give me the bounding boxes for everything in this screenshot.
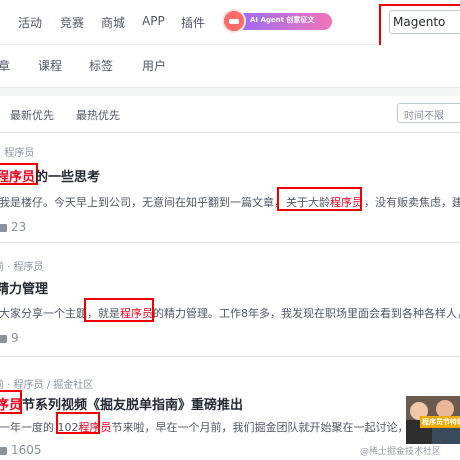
watermark: @稀土掘金技术社区	[360, 447, 442, 457]
article-title[interactable]: 程序员的一些思考	[0, 166, 100, 185]
summary-text-after: 节来啦，早在一个月前，我们掘金团队就开始聚在一起讨论，今年	[111, 421, 431, 434]
summary-highlight-box	[56, 412, 100, 434]
tab-users[interactable]: 用户	[142, 57, 166, 74]
title-keyword: 程序员	[0, 170, 36, 185]
mascot-icon	[222, 9, 246, 33]
tab-articles[interactable]: 章	[0, 57, 10, 74]
summary-highlight-box	[277, 187, 362, 211]
summary-text: 我是楼仔。今天早上到公司，无意间在知乎翻到一篇文章，	[0, 196, 285, 209]
article-meta: · 程序员	[0, 148, 35, 159]
search-highlight-box	[379, 4, 460, 48]
article-item[interactable]: 前 · 程序员 精力管理 大家分享一个主题，就是程序员的精力管理。工作8年多，我…	[0, 258, 460, 357]
article-item[interactable]: · 程序员 程序员的一些思考 我是楼仔。今天早上到公司，无意间在知乎翻到一篇文章…	[0, 144, 460, 243]
like-count[interactable]: 9	[0, 331, 19, 345]
summary-text-after: 精力管理。工作8年多，我发现在职场里面会看到各种各样人，不同	[164, 307, 460, 320]
summary-box-after: 的	[153, 307, 164, 320]
article-meta: 前 · 程序员	[0, 262, 44, 273]
article-meta: 前 · 程序员 / 掘金社区	[0, 380, 94, 391]
article-summary: 大家分享一个主题，就是程序员的精力管理。工作8年多，我发现在职场里面会看到各种各…	[0, 305, 460, 321]
like-count-value: 9	[11, 331, 19, 345]
title-text: 节系列视频《掘友脱单指南》重磅推出	[22, 398, 244, 413]
article-thumbnail[interactable]: 程序员节特辑	[406, 396, 460, 444]
ai-badge-label: AI Agent 创意征文	[250, 16, 315, 24]
nav-item-app[interactable]: APP	[142, 14, 165, 28]
article-title[interactable]: 序员节系列视频《掘友脱单指南》重磅推出	[0, 394, 243, 413]
sort-hottest[interactable]: 最热优先	[76, 107, 120, 123]
thumbs-up-icon	[0, 334, 7, 343]
like-count-value: 23	[11, 220, 27, 234]
ai-agent-banner[interactable]: AI Agent 创意征文	[222, 9, 334, 33]
thumbs-up-icon	[0, 446, 7, 455]
summary-highlight-box	[84, 298, 154, 322]
tab-tags[interactable]: 标签	[89, 57, 113, 74]
tab-courses[interactable]: 课程	[38, 57, 62, 74]
sort-bar: 最新优先 最热优先 时间不限	[0, 96, 460, 133]
article-summary: 我是楼仔。今天早上到公司，无意间在知乎翻到一篇文章，关于大龄程序员，没有贩卖焦虑…	[0, 194, 460, 210]
like-count[interactable]: 23	[0, 220, 26, 234]
search-input[interactable]	[393, 15, 460, 29]
nav-item-activity[interactable]: 活动	[18, 14, 42, 31]
nav-item-plugin[interactable]: 插件	[181, 14, 205, 31]
top-nav: 活动 竞赛 商城 APP 插件 AI Agent 创意征文	[0, 0, 460, 48]
nav-item-shop[interactable]: 商城	[101, 14, 125, 31]
article-title[interactable]: 精力管理	[0, 278, 48, 297]
thumbs-up-icon	[0, 223, 7, 232]
time-filter-label: 时间不限	[404, 111, 444, 122]
like-count-value: 1605	[11, 443, 42, 457]
sort-latest[interactable]: 最新优先	[10, 107, 54, 123]
summary-text-after: ，没有贩卖焦虑，建议非常中肯	[364, 196, 460, 209]
title-text: 的一些思考	[35, 170, 101, 185]
results-panel: 最新优先 最热优先 时间不限 · 程序员 程序员的一些思考 我是楼仔。今天早上到…	[0, 96, 460, 460]
thumbnail-tag: 程序员节特辑	[420, 416, 460, 428]
time-filter-select[interactable]: 时间不限	[397, 103, 460, 123]
title-keyword: 序员	[0, 398, 23, 413]
sub-nav: 章 课程 标签 用户	[0, 45, 460, 88]
like-count[interactable]: 1605	[0, 443, 42, 457]
ai-badge-pill: AI Agent 创意征文	[236, 13, 332, 30]
nav-item-contest[interactable]: 竞赛	[60, 14, 84, 31]
